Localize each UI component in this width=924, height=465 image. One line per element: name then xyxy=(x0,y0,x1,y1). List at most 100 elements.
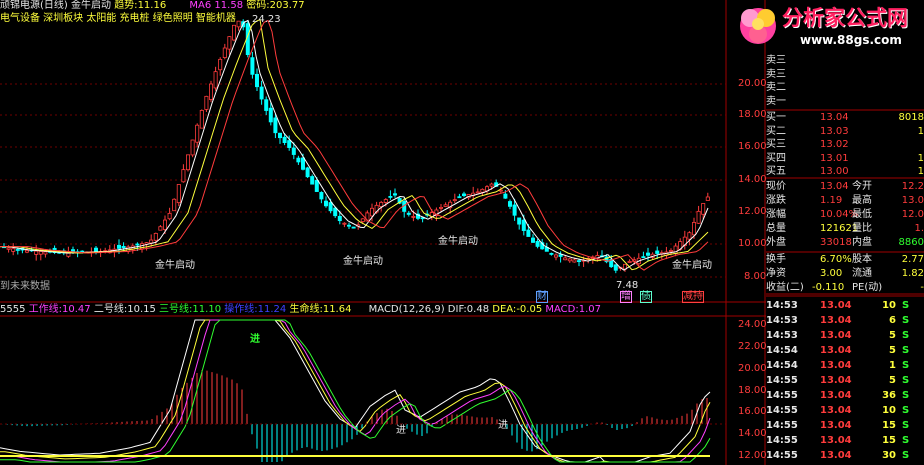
indicator-panel xyxy=(0,319,711,463)
buy-row: 买四 13.01 1 xyxy=(766,152,924,166)
tick-row: 14:55 13.04 5 S xyxy=(766,374,924,388)
tick-price: 13.04 xyxy=(820,300,852,311)
stat-value: 6.70% xyxy=(820,254,852,265)
tick-side: S xyxy=(902,315,910,326)
tick-volume: 36 xyxy=(882,390,896,401)
candle-body xyxy=(517,217,522,225)
stat-row: 收益(二) -0.110 PE(动) - xyxy=(766,281,924,295)
candle-body xyxy=(705,196,710,201)
dea-label: DEA: xyxy=(492,304,517,315)
candle-body xyxy=(213,71,218,89)
tick-row: 14:55 13.04 15 S xyxy=(766,419,924,433)
candle-body xyxy=(535,240,540,247)
future-data-note: 到未来数据 xyxy=(0,281,50,292)
candle-body xyxy=(34,250,39,255)
candle-body xyxy=(172,198,177,212)
tick-price: 13.04 xyxy=(820,420,852,431)
stat-row: 涨跌 1.19 最高 13.0 xyxy=(766,194,924,208)
candle-body xyxy=(291,147,296,155)
stat-label: 总量 xyxy=(766,223,786,234)
line1-value: 10.47 xyxy=(62,304,91,315)
stat-label: 量比 xyxy=(852,223,872,234)
candle-body xyxy=(121,245,126,249)
buy-price[interactable]: 13.04 xyxy=(820,111,849,125)
logo-url[interactable]: www.88gs.com xyxy=(800,34,902,46)
indicator-line xyxy=(0,319,711,463)
sell-row: 卖二 xyxy=(766,81,924,95)
price-tick: 12.00 xyxy=(738,206,767,217)
line3-value: 11.10 xyxy=(192,304,222,315)
indicator-code[interactable]: 5555 xyxy=(0,304,25,315)
candle-body xyxy=(438,207,443,209)
candle-body xyxy=(231,24,236,41)
candle-body xyxy=(360,218,365,222)
stat-value: 1.19 xyxy=(820,195,843,206)
buy-price[interactable]: 13.02 xyxy=(820,138,849,152)
macd-value: 1.07 xyxy=(578,304,601,315)
stat-label: 今开 xyxy=(852,181,872,192)
candle-body xyxy=(673,245,678,255)
candle-body xyxy=(222,47,227,59)
enter-signal: 进 xyxy=(396,425,406,436)
tick-row: 14:53 13.04 10 S xyxy=(766,299,924,313)
buy-row: 买二 13.03 1 xyxy=(766,125,924,139)
candle-body xyxy=(273,117,278,134)
stat-label: 最高 xyxy=(852,195,872,206)
sell-label: 卖二 xyxy=(766,82,786,93)
candle-body xyxy=(300,157,305,170)
candle-body xyxy=(475,191,480,194)
signal-label: 金牛启动 xyxy=(438,236,478,247)
candle-body xyxy=(549,252,554,255)
reduce-marker[interactable]: 减持 xyxy=(682,291,704,303)
candle-body xyxy=(296,157,301,163)
buy-amount: 1 xyxy=(917,153,924,164)
candle-body xyxy=(328,202,333,212)
ma-value: 11.58 xyxy=(214,0,244,11)
indicator-tick: 18.00 xyxy=(738,385,767,396)
tick-price: 13.04 xyxy=(820,390,852,401)
trend-label: 趋势: xyxy=(114,0,138,11)
pwd-label: 密码: xyxy=(246,0,270,11)
candle-body xyxy=(512,204,517,216)
buy-price[interactable]: 13.00 xyxy=(820,165,849,179)
moving-average-line xyxy=(0,19,709,271)
candle-body xyxy=(199,110,204,129)
candle-body xyxy=(204,95,209,110)
tick-row: 14:55 13.04 36 S xyxy=(766,389,924,403)
buy-price[interactable]: 13.01 xyxy=(820,152,849,166)
candle-body xyxy=(310,176,315,185)
line5-value: 11.64 xyxy=(322,304,352,315)
candle-body xyxy=(135,243,140,246)
candle-body xyxy=(627,260,632,263)
signal-label: 金牛启动 xyxy=(155,260,195,271)
candle-body xyxy=(411,216,416,218)
bond-marker[interactable]: 债 xyxy=(640,291,652,303)
tick-time: 14:53 xyxy=(766,330,798,341)
candle-body xyxy=(323,200,328,207)
tick-row: 14:55 13.04 10 S xyxy=(766,404,924,418)
indicator-name: 金牛启动 xyxy=(71,0,111,11)
moving-average-lines xyxy=(0,18,709,271)
increase-marker[interactable]: 增 xyxy=(620,291,632,303)
tick-side: S xyxy=(902,420,910,431)
stat-value: 1. xyxy=(914,223,924,234)
line2-label: 二号线: xyxy=(93,304,128,315)
stock-name[interactable]: 顽锦电源(日线) xyxy=(0,0,68,11)
indicator-line xyxy=(0,319,711,463)
tick-time: 14:53 xyxy=(766,300,798,311)
header-bar: 顽锦电源(日线) 金牛启动 趋势:11.16 MA6 11.58 密码:203.… xyxy=(0,0,305,12)
stat-value: 12.2 xyxy=(901,181,924,192)
indicator-tick: 12.00 xyxy=(738,450,767,461)
finance-marker[interactable]: 财 xyxy=(536,291,548,303)
candle-body xyxy=(558,254,563,257)
indicator-tick: 22.00 xyxy=(738,341,767,352)
enter-signal: 进 xyxy=(250,334,260,345)
candle-body xyxy=(392,193,397,196)
buy-price[interactable]: 13.03 xyxy=(820,125,849,139)
candle-body xyxy=(452,199,457,202)
line3-label: 三号线: xyxy=(159,304,193,315)
candle-body xyxy=(507,201,512,207)
tick-volume: 15 xyxy=(882,420,896,431)
stat-label: 换手 xyxy=(766,254,786,265)
tick-price: 13.04 xyxy=(820,405,852,416)
